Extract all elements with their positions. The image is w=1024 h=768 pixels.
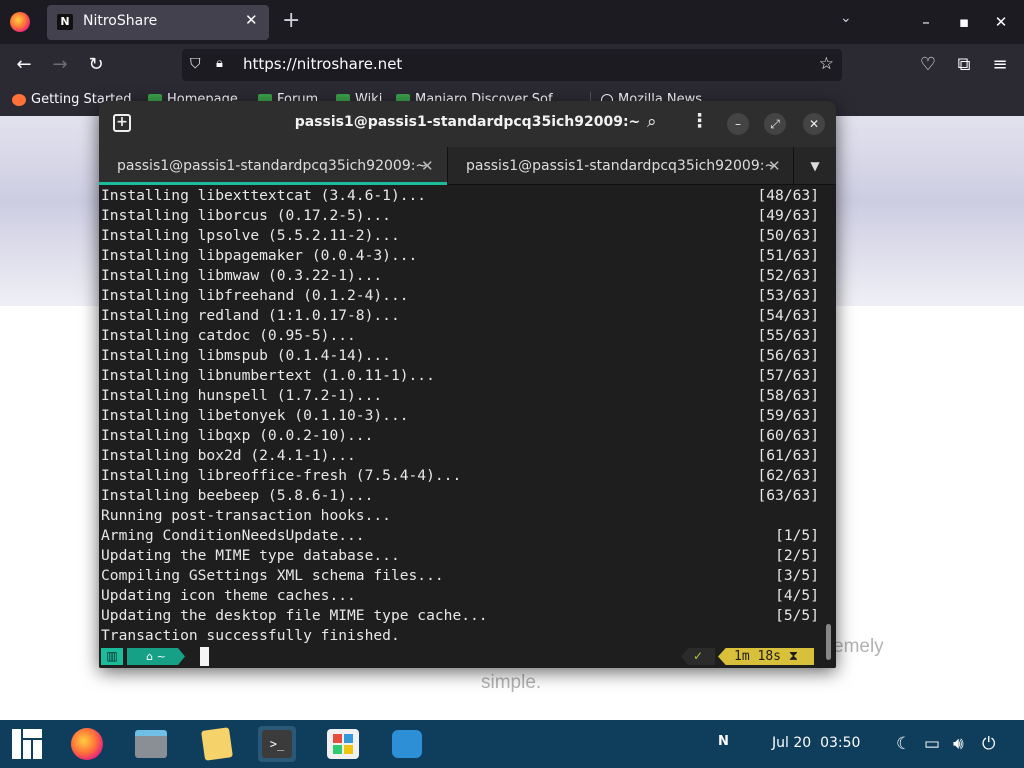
tab-label: passis1@passis1-standardpcq35ich92009:~ xyxy=(117,158,428,174)
terminal-taskbar-icon[interactable]: >_ xyxy=(258,726,296,762)
text-editor-taskbar-icon[interactable] xyxy=(198,726,236,762)
output-line: Installing libexttextcat (3.4.6-1)... [48… xyxy=(101,187,819,204)
output-line: Installing libmspub (0.1.4-14)... [56/63] xyxy=(101,347,819,364)
close-tab-icon[interactable]: ✕ xyxy=(421,147,434,185)
volume-icon[interactable]: 🔊︎ xyxy=(953,734,964,754)
display-icon[interactable]: ▭ xyxy=(924,734,940,754)
nitroshare-tray-icon[interactable]: N xyxy=(718,734,729,749)
browser-tab-strip: N NitroShare ✕ + ⌄ – ▪ ✕ xyxy=(0,0,1024,44)
clock[interactable]: Jul 20 03:50 xyxy=(772,735,860,751)
output-line: Installing box2d (2.4.1-1)... [61/63] xyxy=(101,447,819,464)
terminal-output[interactable]: Installing libexttextcat (3.4.6-1)... [48… xyxy=(99,186,836,668)
output-line: Installing libmwaw (0.3.22-1)... [52/63] xyxy=(101,267,819,284)
forward-arrow-icon[interactable]: → xyxy=(48,53,72,77)
nitroshare-favicon-icon: N xyxy=(57,14,73,30)
terminal-tab-bar: passis1@passis1-standardpcq35ich92009:~ … xyxy=(99,147,836,185)
lock-icon[interactable]: 🔒︎ xyxy=(216,56,223,71)
minimize-icon[interactable]: – xyxy=(727,113,749,135)
window-title: passis1@passis1-standardpcq35ich92009:~ xyxy=(294,114,641,130)
software-center-taskbar-icon[interactable] xyxy=(324,726,362,762)
output-line: Running post-transaction hooks... xyxy=(101,507,391,524)
extensions-icon[interactable]: ⧉ xyxy=(952,53,976,77)
output-line: Installing libfreehand (0.1.2-4)... [53/6… xyxy=(101,287,819,304)
output-line: Installing beebeep (5.8.6-1)... [63/63] xyxy=(101,487,819,504)
tab-title: NitroShare xyxy=(83,13,158,29)
status-ok-icon: ✓ xyxy=(681,648,715,665)
app-menu-icon[interactable]: ≡ xyxy=(988,53,1012,77)
shield-icon[interactable]: ⛉ xyxy=(190,56,201,72)
firefox-icon xyxy=(12,93,26,106)
bookmark-star-icon[interactable]: ☆ xyxy=(819,54,834,74)
firefox-taskbar-icon[interactable] xyxy=(68,726,106,762)
output-line: Updating the desktop file MIME type cach… xyxy=(101,607,819,624)
power-icon[interactable]: ⏻ xyxy=(982,734,995,754)
output-line: Installing redland (1:1.0.17-8)... [54/63… xyxy=(101,307,819,324)
url-text[interactable]: https://nitroshare.net xyxy=(243,55,402,73)
output-line: Updating the MIME type database... [2/5] xyxy=(101,547,819,564)
browser-tab-nitroshare[interactable]: N NitroShare ✕ xyxy=(47,5,269,40)
hourglass-icon: ⧗ xyxy=(788,649,798,664)
terminal-tab-1[interactable]: passis1@passis1-standardpcq35ich92009:~ … xyxy=(99,147,447,185)
list-all-tabs-icon[interactable]: ⌄ xyxy=(840,10,852,26)
browser-navbar: ← → ↻ ⛉ 🔒︎ https://nitroshare.net ☆ ♡ ⧉ … xyxy=(0,44,1024,86)
pocket-icon[interactable]: ♡ xyxy=(916,53,940,77)
close-tab-icon[interactable]: ✕ xyxy=(245,11,258,29)
output-line: Installing liborcus (0.17.2-5)... [49/63] xyxy=(101,207,819,224)
manjaro-icon: ▥ xyxy=(101,648,123,665)
output-line: Installing libreoffice-fresh (7.5.4-4)..… xyxy=(101,467,819,484)
prompt-directory: ⌂ ~ xyxy=(127,648,185,665)
reload-icon[interactable]: ↻ xyxy=(84,53,108,77)
minimize-window-icon[interactable]: – xyxy=(916,12,936,32)
file-manager-taskbar-icon[interactable] xyxy=(132,726,170,762)
manjaro-menu-icon[interactable] xyxy=(12,729,42,759)
shell-prompt: ▥ ⌂ ~ ✓ 1m 18s ⧗ xyxy=(99,646,836,668)
extension-taskbar-icon[interactable] xyxy=(388,726,426,762)
page-text: emely xyxy=(833,636,884,657)
output-line: Installing libqxp (0.0.2-10)... [60/63] xyxy=(101,427,819,444)
close-icon[interactable]: ✕ xyxy=(803,113,825,135)
back-arrow-icon[interactable]: ← xyxy=(12,53,36,77)
terminal-window: + passis1@passis1-standardpcq35ich92009:… xyxy=(99,101,836,668)
close-tab-icon[interactable]: ✕ xyxy=(768,147,781,185)
home-icon: ⌂ xyxy=(146,650,154,663)
output-line: Installing catdoc (0.95-5)... [55/63] xyxy=(101,327,819,344)
text-cursor[interactable] xyxy=(200,647,209,666)
output-line: Installing libnumbertext (1.0.11-1)... [5… xyxy=(101,367,819,384)
taskbar: >_ N Jul 20 03:50 ☾ ▭ 🔊︎ ⏻ xyxy=(0,720,1024,768)
output-line: Transaction successfully finished. xyxy=(101,627,400,644)
page-text: simple. xyxy=(481,672,542,693)
new-tab-icon[interactable]: + xyxy=(282,8,300,34)
url-bar[interactable]: ⛉ 🔒︎ https://nitroshare.net ☆ xyxy=(182,49,842,81)
output-line: Arming ConditionNeedsUpdate... [1/5] xyxy=(101,527,819,544)
firefox-menu-icon[interactable] xyxy=(10,12,30,32)
maximize-window-icon[interactable]: ▪ xyxy=(954,12,974,32)
output-line: Installing libetonyek (0.1.10-3)... [59/6… xyxy=(101,407,819,424)
command-duration: 1m 18s ⧗ xyxy=(718,648,814,665)
terminal-tab-2[interactable]: passis1@passis1-standardpcq35ich92009:~ … xyxy=(447,147,793,185)
kebab-menu-icon[interactable]: ⋮ xyxy=(690,110,709,132)
output-line: Installing hunspell (1.7.2-1)... [58/63] xyxy=(101,387,819,404)
output-line: Updating icon theme caches... [4/5] xyxy=(101,587,819,604)
restore-icon[interactable]: ⤢ xyxy=(764,113,786,135)
output-line: Installing libpagemaker (0.0.4-3)... [51/… xyxy=(101,247,819,264)
close-window-icon[interactable]: ✕ xyxy=(991,12,1011,32)
search-icon[interactable]: ⌕ xyxy=(647,112,657,132)
output-line: Installing lpsolve (5.5.2.11-2)... [50/63… xyxy=(101,227,819,244)
tab-label: passis1@passis1-standardpcq35ich92009:~ xyxy=(466,158,777,174)
tab-list-dropdown-icon[interactable]: ▼ xyxy=(793,147,836,185)
night-mode-icon[interactable]: ☾ xyxy=(896,734,911,754)
terminal-header-bar: + passis1@passis1-standardpcq35ich92009:… xyxy=(99,101,836,147)
output-line: Compiling GSettings XML schema files...[… xyxy=(101,567,819,584)
